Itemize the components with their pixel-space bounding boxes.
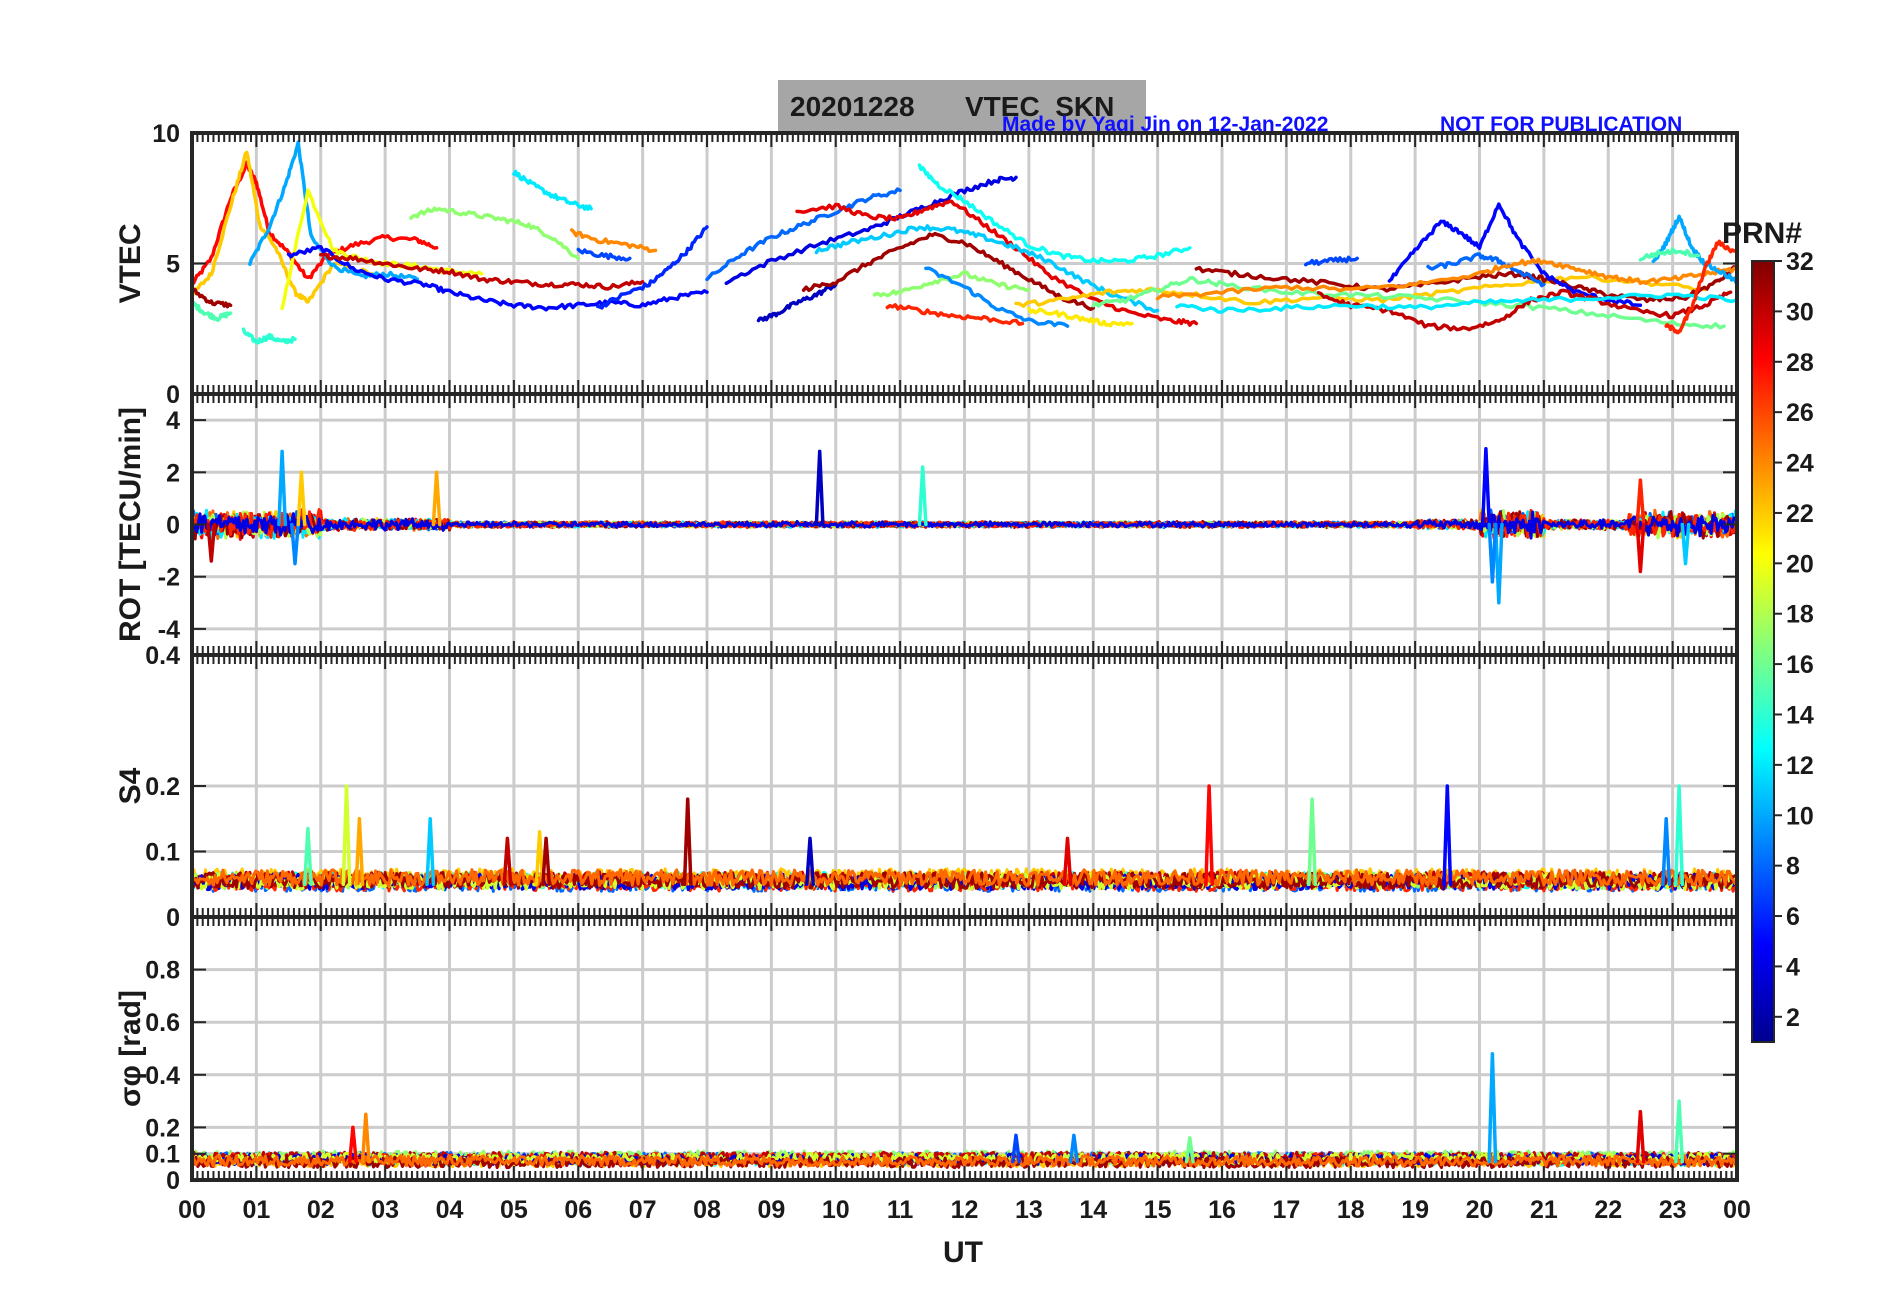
x-tick-label: 06 xyxy=(564,1196,592,1224)
colorbar-tick-label: 24 xyxy=(1786,450,1814,478)
y-tick-label: 0.8 xyxy=(145,957,180,985)
x-tick-label: 04 xyxy=(436,1196,464,1224)
panel-2: -4 -2 0 2 4 ROT [TECU/min] xyxy=(114,392,1739,657)
colorbar-tick-label: 22 xyxy=(1786,500,1814,528)
y-tick-label: 0.2 xyxy=(145,1114,180,1142)
vtec-series-prn-11 xyxy=(814,224,1160,314)
vtec-series-prn-15 xyxy=(1638,247,1701,262)
vtec-series-prn-14 xyxy=(241,327,297,345)
vtec-series-prn-30 xyxy=(319,252,645,291)
colorbar-tick-label: 20 xyxy=(1786,550,1814,578)
spike-prn-19 xyxy=(341,784,352,887)
y-tick-label: 0 xyxy=(166,381,180,409)
y-tick-label: 5 xyxy=(166,251,180,279)
y-tick-label: 10 xyxy=(152,120,180,148)
x-tick-label: 23 xyxy=(1659,1196,1687,1224)
x-tick-label: 00 xyxy=(178,1196,206,1224)
y-tick-label: 0 xyxy=(166,904,180,932)
y-axis-title: σφ [rad] xyxy=(114,990,147,1107)
x-tick-label: 19 xyxy=(1401,1196,1429,1224)
y-tick-label: -2 xyxy=(158,564,180,592)
x-tick-label: 21 xyxy=(1530,1196,1558,1224)
y-tick-label: 4 xyxy=(166,407,180,435)
y-tick-label: 2 xyxy=(166,459,180,487)
spike-prn-3 xyxy=(814,449,825,527)
x-tick-label: 13 xyxy=(1015,1196,1043,1224)
spike-prn-14 xyxy=(917,465,928,527)
x-tick-label: 11 xyxy=(887,1196,914,1224)
x-tick-label: 02 xyxy=(307,1196,335,1224)
x-tick-label: 01 xyxy=(242,1196,270,1224)
x-tick-labels: 00 01 02 03 04 05 06 07 08 09 10 11 12 13 14 15 16 17 18 19… xyxy=(178,1196,1751,1224)
colorbar-tick-label: 6 xyxy=(1786,903,1800,931)
spike-prn-23 xyxy=(431,470,442,527)
grid xyxy=(192,917,1737,1180)
colorbar-tick-label: 16 xyxy=(1786,651,1814,679)
x-tick-label: 09 xyxy=(757,1196,785,1224)
x-tick-label: 22 xyxy=(1594,1196,1622,1224)
x-tick-label: 18 xyxy=(1337,1196,1365,1224)
y-tick-label: 0.4 xyxy=(145,1062,180,1090)
x-tick-label: 03 xyxy=(371,1196,399,1224)
x-axis-title: UT xyxy=(943,1236,983,1269)
y-tick-label: 0.4 xyxy=(145,642,180,670)
panel-1: 0 5 10 VTEC xyxy=(114,120,1739,409)
colorbar-tick-label: 32 xyxy=(1786,248,1814,276)
colorbar-title: PRN# xyxy=(1722,217,1802,250)
vtec-series-prn-4 xyxy=(724,175,1018,286)
spike-prn-16 xyxy=(1307,797,1318,887)
colorbar-tick-label: 30 xyxy=(1786,298,1814,326)
vtec-series-prn-31 xyxy=(192,287,233,309)
colorbar-tick-label: 12 xyxy=(1786,752,1814,780)
spike-prn-14 xyxy=(1674,784,1685,887)
spike-prn-10 xyxy=(1487,1052,1498,1164)
colorbar-tick-label: 2 xyxy=(1786,1004,1800,1032)
x-tick-label: 16 xyxy=(1208,1196,1236,1224)
y-axis-title: S4 xyxy=(114,767,147,804)
y-axis-title: VTEC xyxy=(114,223,147,303)
panel-3: 0 0.1 0.2 0.4 S4 xyxy=(114,642,1739,932)
vtec-series-prn-6 xyxy=(595,225,709,310)
x-tick-label: 05 xyxy=(500,1196,528,1224)
y-tick-label: 0.1 xyxy=(145,839,180,867)
colorbar-tick-label: 8 xyxy=(1786,853,1800,881)
x-tick-label: 08 xyxy=(693,1196,721,1224)
colorbar-tick-label: 26 xyxy=(1786,399,1814,427)
vtec-series-prn-7 xyxy=(576,247,632,262)
x-tick-label: 14 xyxy=(1079,1196,1107,1224)
spike-prn-28 xyxy=(1204,784,1215,887)
y-tick-label: 0 xyxy=(166,1167,180,1195)
figure: 20201228 VTEC SKN Made by Yaqi Jin on 12… xyxy=(114,80,1814,1269)
y-axis-title: ROT [TECU/min] xyxy=(114,407,147,642)
colorbar-tick-label: 18 xyxy=(1786,601,1814,629)
x-tick-label: 17 xyxy=(1272,1196,1300,1224)
y-tick-label: -4 xyxy=(158,616,180,644)
x-tick-label: 15 xyxy=(1144,1196,1172,1224)
colorbar xyxy=(1751,260,1775,1043)
colorbar-tick-label: 10 xyxy=(1786,802,1814,830)
colorbar-tick-labels: 2468101214161820222426283032 xyxy=(1774,248,1814,1032)
y-tick-label: 0.2 xyxy=(145,773,180,801)
panels: 0510VTEC-4-2024ROT [TECU/min]00.10.20.4S… xyxy=(114,120,1739,1195)
colorbar-tick-label: 4 xyxy=(1786,953,1800,981)
vtec-series-prn-17 xyxy=(409,206,581,261)
y-tick-label: 0 xyxy=(166,512,180,540)
vtec-series-prn-17 xyxy=(872,270,1031,298)
vtec-series-prn-5 xyxy=(1387,202,1643,308)
x-tick-label: 00 xyxy=(1723,1196,1751,1224)
y-tick-label: 0.1 xyxy=(145,1141,180,1169)
x-tick-label: 07 xyxy=(629,1196,657,1224)
vtec-series-prn-13 xyxy=(917,163,1192,265)
title-date: 20201228 xyxy=(790,91,915,122)
colorbar-tick-label: 14 xyxy=(1786,701,1814,729)
x-tick-label: 20 xyxy=(1466,1196,1494,1224)
y-tick-label: 0.6 xyxy=(145,1009,180,1037)
panel-4: 00.10.2 0.4 0.6 0.8 σφ [rad] xyxy=(114,915,1739,1195)
spike-prn-5 xyxy=(1480,447,1491,527)
x-tick-label: 12 xyxy=(951,1196,979,1224)
x-tick-label: 10 xyxy=(822,1196,850,1224)
spike-prn-31 xyxy=(682,797,693,887)
colorbar-tick-label: 28 xyxy=(1786,349,1814,377)
